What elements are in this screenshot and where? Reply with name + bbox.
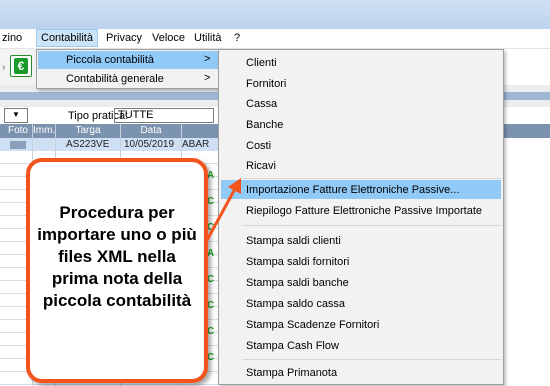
column-data[interactable]: Data — [121, 125, 181, 136]
status-glyph: C — [207, 196, 215, 207]
menu-item-label: Importazione Fatture Elettroniche Passiv… — [246, 184, 460, 196]
menu-item-riepilogo-fatture[interactable]: Riepilogo Fatture Elettroniche Passive I… — [221, 201, 501, 220]
menu-separator — [243, 178, 501, 179]
row-extra: ABAR — [182, 139, 210, 150]
menu-item-stampa-saldi-banche[interactable]: Stampa saldi banche — [221, 273, 501, 292]
menu-item-importazione-fatture[interactable]: Importazione Fatture Elettroniche Passiv… — [221, 180, 501, 199]
menu-separator — [243, 225, 501, 226]
contabilita-dropdown: Piccola contabilità > Contabilità genera… — [36, 49, 220, 89]
menu-item-stampa-saldo-cassa[interactable]: Stampa saldo cassa — [221, 294, 501, 313]
euro-icon: € — [14, 58, 28, 74]
menu-item-label: Piccola contabilità — [66, 54, 155, 66]
menu-item-piccola-contabilita[interactable]: Piccola contabilità > — [38, 51, 218, 69]
menu-item-label: Fornitori — [246, 78, 287, 90]
menu-item-label: Stampa Primanota — [246, 367, 338, 379]
menu-item-stampa-cash-flow[interactable]: Stampa Cash Flow — [221, 336, 501, 355]
menu-item-clienti[interactable]: Clienti — [221, 53, 501, 72]
callout-text: Procedura per importare uno o più files … — [37, 203, 197, 310]
column-foto[interactable]: Foto — [4, 125, 32, 136]
menu-utilita[interactable]: Utilità — [194, 32, 222, 44]
row-data: 10/05/2019 — [124, 139, 175, 150]
menu-item-stampa-saldi-clienti[interactable]: Stampa saldi clienti — [221, 231, 501, 250]
chevron-right-icon: > — [204, 72, 211, 84]
menu-bar: zino Contabilità Privacy Veloce Utilità … — [0, 29, 550, 49]
menu-item-label: Contabilità generale — [66, 73, 164, 85]
menu-item-costi[interactable]: Costi — [221, 136, 501, 155]
menu-item-label: Riepilogo Fatture Elettroniche Passive I… — [246, 205, 483, 217]
menu-item-label: Costi — [246, 140, 272, 152]
status-glyph: C — [207, 326, 215, 337]
menu-contabilita[interactable]: Contabilità — [36, 29, 98, 47]
menu-item-label: Banche — [246, 119, 284, 131]
piccola-contabilita-submenu: Clienti Fornitori Cassa Banche Costi Ric… — [218, 49, 504, 385]
toolbar-overflow-icon[interactable]: › — [2, 62, 5, 73]
menu-item-label: Stampa saldi banche — [246, 277, 349, 289]
menu-item-ricavi[interactable]: Ricavi — [221, 156, 501, 175]
menu-item-banche[interactable]: Banche — [221, 115, 501, 134]
status-glyph: C — [207, 222, 215, 233]
toolbar-euro-button[interactable]: € — [10, 55, 32, 77]
menu-veloce[interactable]: Veloce — [152, 32, 185, 44]
photo-thumbnail-icon — [10, 141, 26, 149]
menu-item-label: Clienti — [246, 57, 277, 69]
row-targa: AS223VE — [66, 139, 110, 150]
menu-item-fornitori[interactable]: Fornitori — [221, 74, 501, 93]
menu-magazzino[interactable]: zino — [2, 32, 22, 44]
menu-item-cassa[interactable]: Cassa — [221, 94, 501, 113]
menu-help[interactable]: ? — [234, 32, 240, 44]
menu-item-stampa-saldi-fornitori[interactable]: Stampa saldi fornitori — [221, 252, 501, 271]
status-glyph: C — [207, 274, 215, 285]
menu-privacy[interactable]: Privacy — [106, 32, 142, 44]
status-glyph: A — [207, 248, 215, 259]
menu-item-stampa-primanota[interactable]: Stampa Primanota — [221, 363, 501, 382]
menu-separator — [243, 359, 501, 360]
chevron-right-icon: > — [204, 53, 211, 65]
toolbar: › € — [0, 49, 40, 85]
menu-item-label: Ricavi — [246, 160, 276, 172]
menu-item-label: Stampa Cash Flow — [246, 340, 339, 352]
column-imm[interactable]: Imm. — [33, 125, 55, 136]
menu-item-label: Stampa Scadenze Fornitori — [246, 319, 380, 331]
status-glyph: C — [207, 300, 215, 311]
menu-item-contabilita-generale[interactable]: Contabilità generale > — [38, 70, 218, 88]
tipo-pratica-field[interactable]: TUTTE — [114, 108, 214, 123]
menu-item-label: Stampa saldi clienti — [246, 235, 341, 247]
menu-item-label: Stampa saldo cassa — [246, 298, 346, 310]
title-bar — [0, 0, 550, 29]
table-row-selected[interactable]: AS223VE 10/05/2019 ABAR — [0, 138, 250, 151]
annotation-callout: Procedura per importare uno o più files … — [26, 158, 208, 383]
column-targa[interactable]: Targa — [56, 125, 120, 136]
menu-item-label: Stampa saldi fornitori — [246, 256, 350, 268]
filter-dropdown[interactable] — [4, 108, 28, 123]
status-glyph: A — [207, 170, 215, 181]
menu-item-stampa-scadenze-fornitori[interactable]: Stampa Scadenze Fornitori — [221, 315, 501, 334]
menu-item-label: Cassa — [246, 98, 278, 110]
status-glyph: C — [207, 352, 215, 363]
